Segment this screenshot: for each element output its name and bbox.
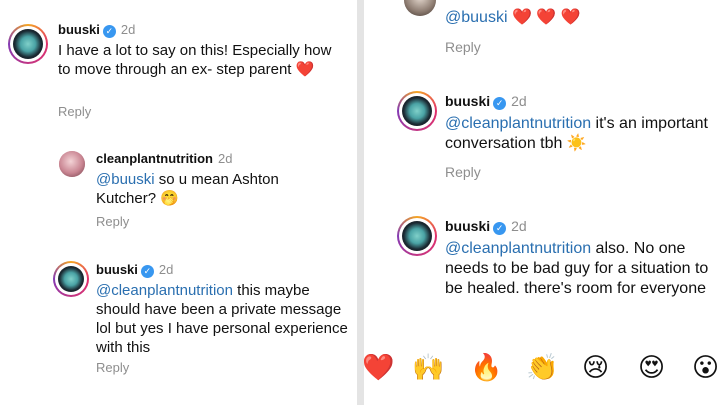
mention-link[interactable]: @buuski — [96, 171, 155, 188]
username[interactable]: cleanplantnutrition — [96, 151, 213, 166]
avatar[interactable] — [397, 216, 437, 256]
timestamp: 2d — [120, 22, 136, 37]
username[interactable]: buuski — [445, 218, 490, 234]
verified-badge-icon: ✓ — [102, 25, 116, 38]
verified-badge-icon: ✓ — [493, 222, 507, 235]
hand-over-mouth-emoji: 🤭 — [160, 190, 179, 207]
comment-buuski-1: buuski ✓ 2d I have a lot to say on this! E… — [0, 0, 357, 130]
surprised-reaction-button[interactable]: 😮 — [692, 345, 719, 390]
mention-link[interactable]: @cleanplantnutrition — [445, 115, 591, 132]
heart-reaction-button[interactable]: ❤️ — [364, 345, 394, 390]
heart-emoji: ❤️ ❤️ ❤️ — [511, 9, 581, 26]
clap-reaction-button[interactable]: 👏 — [526, 345, 558, 390]
reply-button[interactable]: Reply — [96, 360, 129, 375]
comment-text: @buuski ❤️ ❤️ ❤️ — [445, 8, 715, 28]
comment-text: @cleanplantnutrition also. No one needs … — [445, 240, 709, 297]
avatar[interactable] — [8, 24, 48, 64]
right-comments-panel: @buuski ❤️ ❤️ ❤️ Reply buuski ✓ 2d @cleanp… — [364, 0, 720, 405]
mention-link[interactable]: @cleanplantnutrition — [96, 282, 233, 299]
panel-divider — [357, 0, 364, 405]
reply-button[interactable]: Reply — [96, 214, 129, 229]
timestamp: 2d — [158, 262, 174, 277]
reply-button[interactable]: Reply — [445, 164, 481, 180]
comment-buuski-4: buuski ✓ 2d @cleanplantnutrition also. No … — [364, 215, 720, 335]
verified-badge-icon: ✓ — [140, 265, 154, 278]
heart-eyes-reaction-button[interactable]: 😍 — [638, 345, 665, 390]
username[interactable]: buuski — [96, 262, 138, 277]
comment-buuski-hearts: @buuski ❤️ ❤️ ❤️ Reply — [364, 0, 720, 65]
avatar[interactable] — [59, 151, 85, 177]
raised-hands-reaction-button[interactable]: 🙌 — [412, 345, 444, 390]
avatar[interactable] — [397, 91, 437, 131]
username[interactable]: buuski — [445, 93, 490, 109]
comment-cleanplantnutrition: cleanplantnutrition 2d @buuski so u mean … — [0, 140, 357, 240]
comment-buuski-2: buuski ✓ 2d @cleanplantnutrition this mayb… — [0, 255, 357, 395]
comment-text: @buuski so u mean Ashton Kutcher? 🤭 — [96, 171, 279, 207]
verified-badge-icon: ✓ — [493, 97, 507, 110]
heart-emoji: ❤️ — [295, 61, 315, 78]
mention-link[interactable]: @cleanplantnutrition — [445, 240, 591, 257]
fire-reaction-button[interactable]: 🔥 — [470, 345, 502, 390]
left-comments-panel: buuski ✓ 2d I have a lot to say on this! E… — [0, 0, 357, 405]
reaction-emoji-bar: ❤️ 🙌 🔥 👏 😢 😍 😮 — [364, 345, 720, 390]
timestamp: 2d — [218, 151, 233, 166]
comment-text: I have a lot to say on this! Especially … — [58, 42, 332, 78]
crying-reaction-button[interactable]: 😢 — [582, 345, 609, 390]
reply-button[interactable]: Reply — [58, 104, 91, 119]
avatar[interactable] — [53, 261, 89, 297]
timestamp: 2d — [511, 93, 527, 109]
mention-link[interactable]: @buuski — [445, 9, 508, 26]
username[interactable]: buuski — [58, 22, 100, 37]
avatar[interactable] — [404, 0, 436, 16]
timestamp: 2d — [511, 218, 527, 234]
comment-text: @cleanplantnutrition this maybe should h… — [96, 282, 348, 356]
comment-buuski-3: buuski ✓ 2d @cleanplantnutrition it's an i… — [364, 90, 720, 190]
reply-button[interactable]: Reply — [445, 39, 481, 55]
sun-emoji: ☀️ — [566, 135, 587, 152]
comment-text: @cleanplantnutrition it's an important c… — [445, 115, 708, 152]
